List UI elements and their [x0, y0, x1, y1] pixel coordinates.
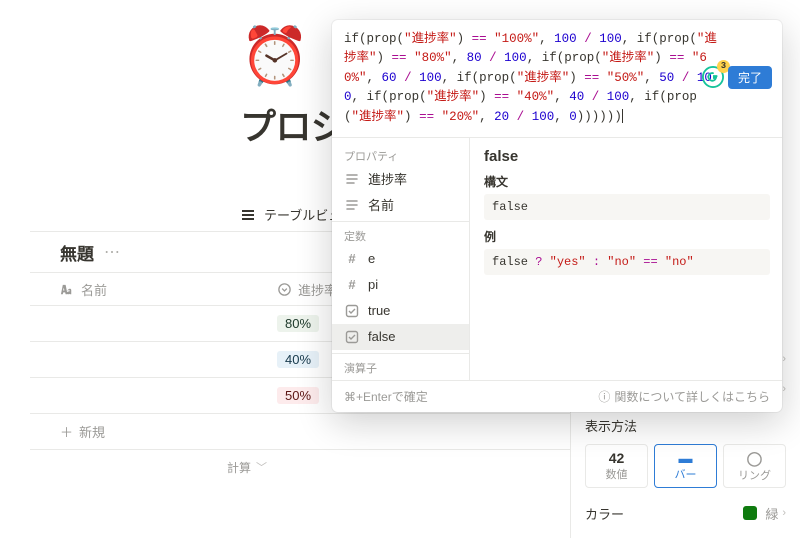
learn-more-link[interactable]: ⓘ 関数について詳しくはこちら	[598, 388, 770, 405]
section-constants: 定数	[332, 221, 469, 246]
table-title[interactable]: 無題	[60, 240, 94, 265]
detail-title: false	[484, 148, 770, 165]
table-menu-icon[interactable]: ⋯	[104, 242, 121, 262]
done-button[interactable]: 完了	[728, 66, 772, 89]
hash-icon: #	[344, 277, 360, 292]
check-icon	[344, 330, 360, 344]
prop-color-label: カラー	[585, 504, 624, 523]
prop-display-label: 表示方法	[585, 416, 637, 435]
suggestion-item[interactable]: true	[332, 298, 469, 324]
select-property-icon	[277, 282, 292, 297]
table-icon	[240, 207, 256, 223]
bar-icon: ▬	[679, 450, 693, 466]
help-icon: ⓘ	[598, 388, 610, 405]
text-property-icon	[60, 282, 75, 297]
formula-detail-pane: false 構文 false 例 false ? "yes" : "no" ==…	[470, 138, 782, 380]
tab-table-view[interactable]: テーブルビュ	[264, 205, 341, 224]
syntax-heading: 構文	[484, 173, 770, 190]
formula-input[interactable]: if(prop("進捗率") == "100%", 100 / 100, if(…	[332, 20, 782, 137]
display-option-number[interactable]: 42 数値	[585, 444, 648, 488]
lines-icon	[344, 198, 360, 212]
suggestion-item[interactable]: 進捗率	[332, 166, 469, 192]
calc-label: 計算	[227, 459, 251, 476]
section-operators: 演算子	[332, 353, 469, 378]
example-heading: 例	[484, 228, 770, 245]
hash-icon: #	[344, 251, 360, 266]
color-swatch-icon	[743, 506, 757, 520]
chevron-down-icon: ﹀	[256, 459, 267, 475]
calc-button[interactable]: 計算 ﹀	[30, 450, 277, 484]
text-cursor	[622, 109, 623, 123]
suggestion-item[interactable]: false	[332, 324, 469, 350]
plus-icon: ＋	[60, 422, 73, 441]
display-option-bar[interactable]: ▬ バー	[654, 444, 717, 488]
confirm-hint: ⌘+Enterで確定	[344, 388, 428, 405]
ring-icon: ◯	[747, 450, 763, 467]
lines-icon	[344, 172, 360, 186]
section-properties: プロパティ	[332, 144, 469, 166]
syntax-code: false	[484, 194, 770, 220]
formula-editor-popup: if(prop("進捗率") == "100%", 100 / 100, if(…	[332, 20, 782, 412]
suggestion-item[interactable]: #pi	[332, 272, 469, 298]
display-option-ring[interactable]: ◯ リング	[723, 444, 786, 488]
example-code: false ? "yes" : "no" == "no"	[484, 249, 770, 275]
suggestion-item[interactable]: #e	[332, 246, 469, 272]
prop-color-value[interactable]: 緑›	[743, 504, 786, 523]
suggestion-item[interactable]: 名前	[332, 192, 469, 218]
column-name-header[interactable]: 名前	[81, 280, 107, 299]
check-icon	[344, 304, 360, 318]
new-row-label: 新規	[79, 422, 105, 441]
formula-suggestion-sidebar: プロパティ 進捗率名前 定数 #e#pitruefalse 演算子	[332, 138, 470, 380]
